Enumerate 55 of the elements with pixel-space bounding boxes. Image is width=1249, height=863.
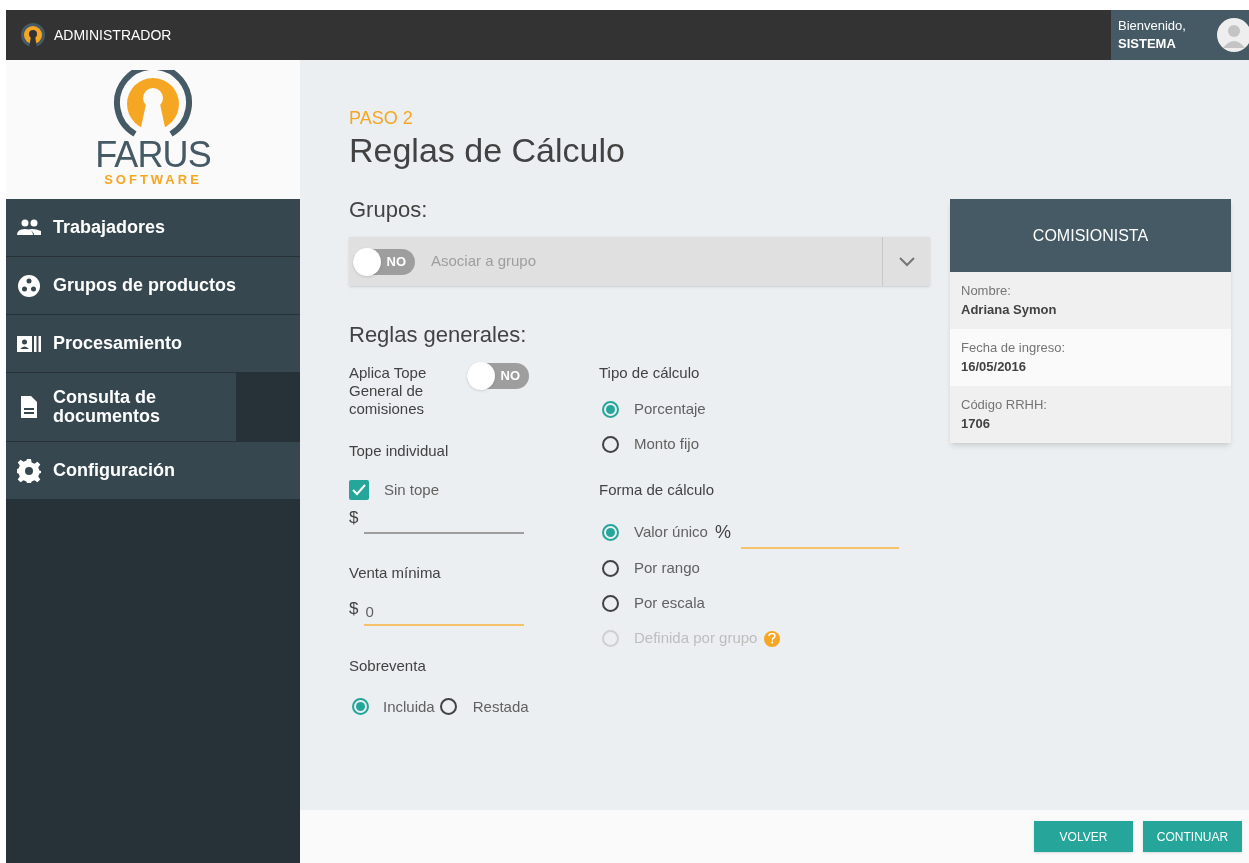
option-label: Por escala [634, 593, 705, 614]
continue-button[interactable]: CONTINUAR [1143, 821, 1242, 852]
radio-button[interactable] [602, 560, 619, 577]
field-value: 1706 [961, 415, 991, 433]
section-heading: Grupos: [349, 196, 429, 224]
option-label: Valor único [634, 521, 708, 542]
radio-button[interactable] [602, 436, 619, 453]
section-heading: Reglas generales: [349, 321, 528, 349]
field-label: Código RRHH: [961, 396, 1048, 414]
currency-symbol: $ [349, 598, 359, 620]
card-title: COMISIONISTA [950, 199, 1231, 272]
greeting-text: Bienvenido, [1118, 17, 1186, 35]
logo-tagline: SOFTWARE [104, 172, 202, 188]
sidebar-item[interactable]: Consulta de documentos [6, 373, 236, 442]
option-label: Incluida [383, 696, 435, 717]
field-label: Nombre: [961, 282, 1012, 300]
step-label: PASO 2 [349, 107, 414, 129]
field-label: Aplica Tope General de comisiones [349, 364, 428, 418]
radio-button[interactable] [439, 698, 457, 716]
radio-button[interactable] [352, 698, 369, 716]
select-placeholder: Asociar a grupo [431, 251, 538, 272]
field-label: Tope individual [349, 442, 450, 460]
chevron-down-icon[interactable] [898, 256, 915, 267]
option-label: Monto fijo [634, 434, 700, 455]
sidebar-item[interactable]: Configuración [6, 442, 300, 500]
sidebar-item[interactable]: Grupos de productos [6, 257, 300, 315]
settings-icon [17, 458, 41, 483]
field-label: Venta mínima [349, 564, 442, 582]
page-title: Reglas de Cálculo [349, 130, 626, 171]
logo-wordmark: FARUS [95, 138, 211, 172]
sidebar-item[interactable]: Trabajadores [6, 199, 300, 257]
logo-icon [20, 22, 46, 48]
field-value: 16/05/2016 [961, 358, 1028, 376]
radio-button[interactable] [602, 401, 619, 418]
currency-symbol: $ [349, 506, 359, 529]
radio-button[interactable] [602, 595, 619, 612]
field-value: Adriana Symon [961, 301, 1058, 319]
avatar-icon[interactable] [1217, 18, 1249, 52]
sidebar-item[interactable]: Procesamiento [6, 315, 300, 373]
field-label: Sobreventa [349, 656, 427, 675]
role-label: ADMINISTRADOR [54, 25, 172, 45]
user-name: SISTEMA [1118, 35, 1177, 53]
field-label: Tipo de cálculo [599, 364, 701, 382]
option-label: Por rango [634, 558, 700, 579]
field-label: Forma de cálculo [599, 481, 716, 499]
option-label: Restada [472, 696, 529, 717]
group-icon [17, 273, 41, 298]
field-label: Fecha de ingreso: [961, 339, 1067, 357]
back-button[interactable]: VOLVER [1034, 821, 1133, 852]
unit-label: % [714, 520, 731, 544]
option-label: Sin tope [384, 480, 440, 500]
radio-button[interactable] [602, 523, 619, 541]
farus-logo-icon [113, 70, 193, 138]
input-field[interactable]: 0 [364, 600, 525, 626]
option-label: Porcentaje [634, 399, 706, 420]
